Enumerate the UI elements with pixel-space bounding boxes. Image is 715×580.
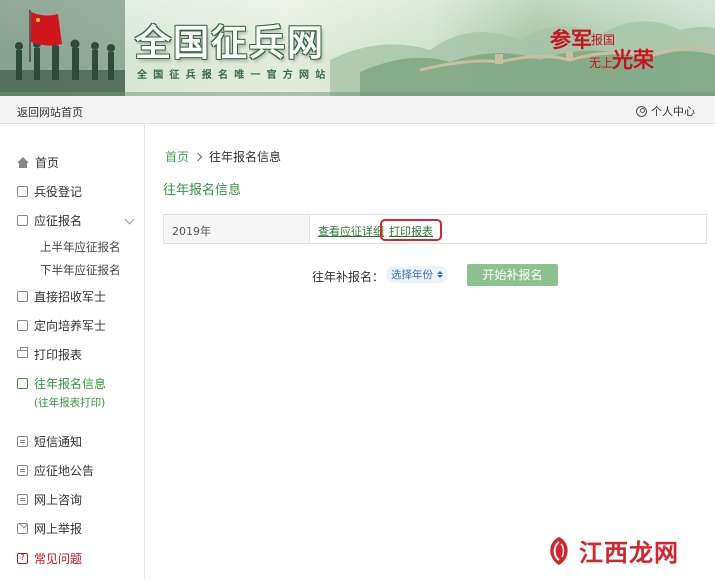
- sidebar-item-directed-training-nco[interactable]: 定向培养军士: [17, 316, 106, 334]
- banner-scenery: [0, 0, 715, 96]
- user-center-label: 个人中心: [651, 105, 695, 118]
- slogan-part-1: 参军: [550, 27, 592, 52]
- select-arrows-icon: [437, 271, 443, 278]
- site-subtitle: 全国征兵报名唯一官方网站: [137, 70, 332, 81]
- watermark: 江西龙网: [545, 533, 679, 568]
- print-report-link[interactable]: 打印报表: [389, 223, 433, 239]
- sidebar-item-local-announcements[interactable]: 应征地公告: [17, 461, 94, 479]
- breadcrumb: 首页 往年报名信息: [165, 148, 281, 165]
- chat-icon: [17, 464, 28, 476]
- past-applications-table: 2019年 查看应征详细 打印报表: [163, 214, 707, 244]
- mail-icon: [17, 522, 28, 534]
- sidebar-item-label: 网上举报: [34, 521, 83, 536]
- year-select-value: 选择年份: [391, 269, 433, 281]
- chat-icon: [17, 493, 28, 505]
- supplement-label: 往年补报名：: [312, 270, 385, 284]
- page-title: 往年报名信息: [163, 183, 242, 198]
- sidebar-item-label: 往年报名信息: [34, 376, 107, 391]
- slogan-part-4: 光荣: [612, 47, 654, 72]
- sidebar-item-faq[interactable]: ? 常见问题: [17, 549, 82, 567]
- sidebar-subitem-second-half[interactable]: 下半年应征报名: [40, 262, 121, 278]
- sidebar-item-label: 直接招收军士: [34, 289, 107, 304]
- document-icon: [17, 377, 28, 389]
- sidebar-subitem-first-half[interactable]: 上半年应征报名: [40, 239, 121, 255]
- watermark-text: 江西龙网: [579, 538, 679, 567]
- chat-icon: [17, 435, 28, 447]
- home-icon: [17, 157, 29, 168]
- sidebar-item-label: 打印报表: [34, 347, 83, 362]
- sidebar-item-direct-recruit-nco[interactable]: 直接招收军士: [17, 287, 106, 305]
- sidebar-item-label: 定向培养军士: [34, 318, 107, 333]
- sidebar-item-online-report[interactable]: 网上举报: [17, 519, 82, 537]
- view-details-link[interactable]: 查看应征详细: [318, 223, 384, 239]
- user-center-link[interactable]: 个人中心: [636, 103, 695, 119]
- sidebar-item-note: (往年报表打印): [34, 397, 106, 409]
- sidebar-item-online-consult[interactable]: 网上咨询: [17, 490, 82, 508]
- back-to-home-link[interactable]: 返回网站首页: [17, 104, 83, 120]
- top-bar: 返回网站首页 个人中心: [0, 96, 715, 124]
- watermark-logo-icon: [550, 536, 568, 565]
- year-select[interactable]: 选择年份: [386, 266, 448, 283]
- sidebar-item-label: 首页: [35, 155, 60, 170]
- site-logo: 全国征兵网: [135, 23, 326, 64]
- sidebar-item-label: 兵役登记: [34, 184, 83, 199]
- breadcrumb-current: 往年报名信息: [209, 150, 282, 164]
- site-banner: 全国征兵网 全国征兵报名唯一官方网站 参军 报国 无上 光荣: [0, 0, 715, 96]
- sidebar-item-label: 常见问题: [34, 551, 83, 566]
- user-icon: [636, 105, 647, 117]
- document-icon: [17, 319, 28, 331]
- breadcrumb-home-link[interactable]: 首页: [165, 148, 189, 165]
- sidebar-item-print-report[interactable]: 打印报表: [17, 345, 82, 363]
- sidebar-item-home[interactable]: 首页: [17, 153, 59, 171]
- sidebar-item-label: 应征报名: [34, 213, 83, 228]
- sidebar-item-past-applications[interactable]: 往年报名信息: [17, 374, 106, 392]
- sidebar-item-sms-notice[interactable]: 短信通知: [17, 432, 82, 450]
- sidebar-item-label: 应征地公告: [34, 463, 95, 478]
- chevron-right-icon: [193, 152, 203, 161]
- start-supplement-button[interactable]: 开始补报名: [467, 264, 558, 286]
- question-icon: ?: [17, 552, 28, 564]
- sidebar-item-label: 网上咨询: [34, 492, 83, 507]
- sidebar-item-military-registration[interactable]: 兵役登记: [17, 182, 82, 200]
- form-icon: [17, 214, 28, 226]
- printer-icon: [17, 347, 28, 358]
- sidebar-item-enlistment-application[interactable]: 应征报名: [17, 211, 82, 229]
- slogan-part-3: 无上: [589, 56, 614, 70]
- document-icon: [17, 185, 28, 197]
- table-cell-year: 2019年: [164, 215, 310, 243]
- sidebar-item-label: 短信通知: [34, 434, 83, 449]
- document-icon: [17, 290, 28, 302]
